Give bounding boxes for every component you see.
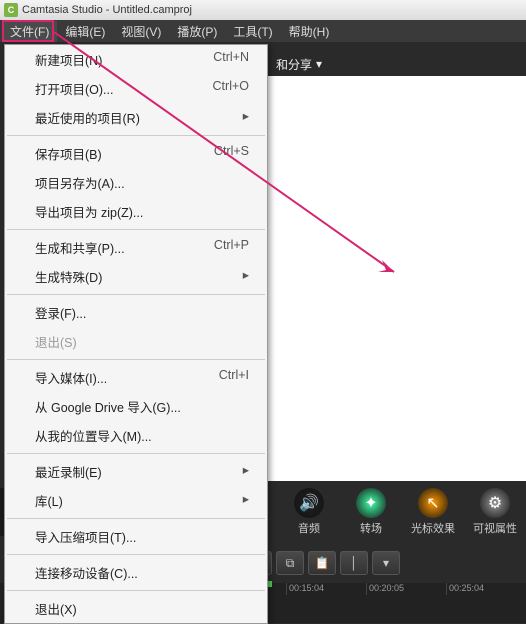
menu-item[interactable]: 导入媒体(I)... Ctrl+I [5, 363, 267, 392]
tab-label: 转场 [360, 520, 382, 536]
menu-item-label: 连接移动设备(C)... [35, 563, 138, 582]
tab-icon: ✦ [356, 488, 386, 518]
menu-tools[interactable]: 工具(T) [225, 21, 280, 42]
tab-icon: ↖ [418, 488, 448, 518]
tab-icon: 🔊 [294, 488, 324, 518]
menu-item-shortcut: Ctrl+S [214, 144, 249, 163]
menu-item-label: 生成和共享(P)... [35, 238, 125, 257]
menu-item[interactable]: 从我的位置导入(M)... [5, 421, 267, 450]
menu-item-shortcut: Ctrl+N [213, 50, 249, 69]
menu-separator [7, 359, 265, 360]
tab-icon: ⚙ [480, 488, 510, 518]
time-tick: 00:15:04 [286, 583, 324, 595]
menu-item-shortcut: Ctrl+I [219, 368, 249, 387]
menu-item[interactable]: 最近使用的项目(R) ▸ [5, 103, 267, 132]
copy-button[interactable]: ⧉ [276, 551, 304, 575]
menu-item-label: 打开项目(O)... [35, 79, 113, 98]
menu-item[interactable]: 从 Google Drive 导入(G)... [5, 392, 267, 421]
menu-help[interactable]: 帮助(H) [281, 21, 338, 42]
menu-item[interactable]: 打开项目(O)... Ctrl+O [5, 74, 267, 103]
tab-label: 音频 [298, 520, 320, 536]
menu-item-shortcut: ▸ [243, 491, 249, 510]
menu-item[interactable]: 导出项目为 zip(Z)... [5, 197, 267, 226]
menu-item-label: 导入压缩项目(T)... [35, 527, 136, 546]
menu-separator [7, 135, 265, 136]
window-title: Camtasia Studio - Untitled.camproj [22, 4, 192, 16]
menu-separator [7, 229, 265, 230]
menu-item-label: 新建项目(N) [35, 50, 102, 69]
menu-item-label: 最近使用的项目(R) [35, 108, 140, 127]
share-label: 和分享 [276, 56, 312, 73]
menu-bar: 文件(F) 编辑(E) 视图(V) 播放(P) 工具(T) 帮助(H) [0, 20, 526, 42]
menu-item-label: 库(L) [35, 491, 63, 510]
time-tick: 00:20:05 [366, 583, 404, 595]
menu-item-label: 生成特殊(D) [35, 267, 102, 286]
menu-item[interactable]: 退出(X) [5, 594, 267, 623]
menu-separator [7, 453, 265, 454]
menu-item-label: 最近录制(E) [35, 462, 102, 481]
menu-play[interactable]: 播放(P) [169, 21, 225, 42]
menu-item[interactable]: 保存项目(B) Ctrl+S [5, 139, 267, 168]
menu-item-shortcut: ▸ [243, 108, 249, 127]
menu-item-shortcut: ▸ [243, 462, 249, 481]
menu-item[interactable]: 导入压缩项目(T)... [5, 522, 267, 551]
menu-item-label: 项目另存为(A)... [35, 173, 125, 192]
menu-item[interactable]: 最近录制(E) ▸ [5, 457, 267, 486]
menu-item-label: 退出(S) [35, 332, 77, 351]
tab-可视属性[interactable]: ⚙ 可视属性 [464, 488, 526, 536]
menu-item[interactable]: 连接移动设备(C)... [5, 558, 267, 587]
menu-item[interactable]: 新建项目(N) Ctrl+N [5, 45, 267, 74]
menu-item-label: 退出(X) [35, 599, 77, 618]
split-button[interactable]: │ [340, 551, 368, 575]
paste-button[interactable]: 📋 [308, 551, 336, 575]
tab-光标效果[interactable]: ↖ 光标效果 [402, 488, 464, 536]
menu-item-shortcut: ▸ [243, 267, 249, 286]
preview-canvas[interactable] [268, 76, 526, 481]
menu-separator [7, 294, 265, 295]
chevron-down-icon: ▾ [316, 57, 322, 71]
menu-item[interactable]: 登录(F)... [5, 298, 267, 327]
time-tick: 00:25:04 [446, 583, 484, 595]
menu-item[interactable]: 库(L) ▸ [5, 486, 267, 515]
share-toolbar[interactable]: 和分享 ▾ [268, 52, 330, 76]
menu-separator [7, 518, 265, 519]
menu-separator [7, 554, 265, 555]
title-bar: C Camtasia Studio - Untitled.camproj [0, 0, 526, 20]
menu-item-label: 导出项目为 zip(Z)... [35, 202, 143, 221]
app-icon: C [4, 3, 18, 17]
tab-音频[interactable]: 🔊 音频 [278, 488, 340, 536]
menu-item-label: 导入媒体(I)... [35, 368, 107, 387]
menu-item-shortcut: Ctrl+P [214, 238, 249, 257]
menu-item-label: 登录(F)... [35, 303, 86, 322]
menu-file[interactable]: 文件(F) [2, 21, 57, 42]
tool-button[interactable]: ▾ [372, 551, 400, 575]
file-menu-dropdown: 新建项目(N) Ctrl+N 打开项目(O)... Ctrl+O 最近使用的项目(R) ▸… [4, 44, 268, 624]
menu-item-label: 保存项目(B) [35, 144, 102, 163]
menu-item[interactable]: 生成和共享(P)... Ctrl+P [5, 233, 267, 262]
tab-label: 可视属性 [473, 520, 517, 536]
menu-item-label: 从 Google Drive 导入(G)... [35, 397, 181, 416]
menu-edit[interactable]: 编辑(E) [57, 21, 113, 42]
tab-label: 光标效果 [411, 520, 455, 536]
menu-item[interactable]: 生成特殊(D) ▸ [5, 262, 267, 291]
menu-view[interactable]: 视图(V) [113, 21, 169, 42]
menu-separator [7, 590, 265, 591]
menu-item: 退出(S) [5, 327, 267, 356]
menu-item-label: 从我的位置导入(M)... [35, 426, 152, 445]
menu-item-shortcut: Ctrl+O [213, 79, 249, 98]
menu-item[interactable]: 项目另存为(A)... [5, 168, 267, 197]
tab-转场[interactable]: ✦ 转场 [340, 488, 402, 536]
